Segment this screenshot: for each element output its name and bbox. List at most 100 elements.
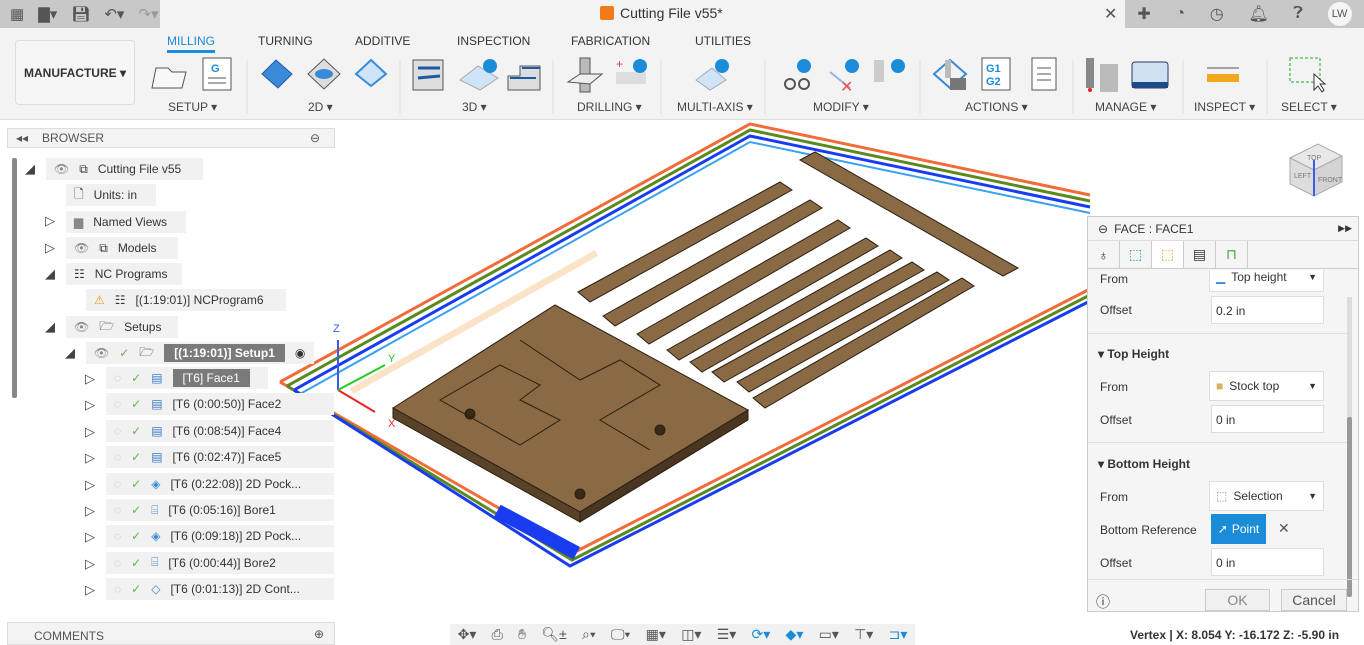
new-tab-icon[interactable]: ✚ <box>1137 4 1150 24</box>
hidden-eye-icon[interactable]: ◌ <box>114 529 121 543</box>
add-comment-icon[interactable]: ⊕ <box>314 627 324 641</box>
collapse-browser-icon[interactable]: ◂◂ <box>16 131 28 145</box>
operation-row[interactable]: ◌ ✓ ▤ [T6 (0:00:50)] Face2 <box>106 393 334 416</box>
hidden-eye-icon[interactable]: ◌ <box>114 397 121 411</box>
measure-icon[interactable] <box>1207 67 1239 82</box>
expand-triangle-icon[interactable]: ▷ <box>85 397 95 413</box>
expand-triangle-icon[interactable]: ▷ <box>85 503 95 519</box>
collapse-triangle-icon[interactable]: ◢ <box>65 345 75 361</box>
info-icon[interactable]: ⓘ <box>1096 592 1110 612</box>
view-cube-front[interactable]: FRONT <box>1318 177 1343 184</box>
toolpath-display-icon[interactable]: ⊐▾ <box>889 626 908 643</box>
view-cube-settings-icon[interactable]: ◫▾ <box>681 626 701 643</box>
inspect-group[interactable]: INSPECT ▾ <box>1194 100 1255 114</box>
expand-triangle-icon[interactable]: ▷ <box>85 556 95 572</box>
refresh-icon[interactable]: ⟳▾ <box>752 626 771 643</box>
bottom-reference-point-button[interactable]: ➚ Point <box>1211 514 1266 544</box>
expand-triangle-icon[interactable]: ▷ <box>45 240 55 256</box>
tree-models[interactable]: 👁︎ ⧉ Models <box>66 237 178 259</box>
2d-adaptive-icon[interactable] <box>261 59 293 89</box>
bottom-height-section[interactable]: ▾ Bottom Height <box>1098 457 1190 471</box>
select-group[interactable]: SELECT ▾ <box>1281 100 1337 114</box>
eye-icon[interactable]: 👁︎ <box>94 346 109 360</box>
operation-row[interactable]: ◌ ✓ ⌸ [T6 (0:05:16)] Bore1 <box>106 499 334 521</box>
help-icon[interactable]: ❓︎ <box>1293 5 1303 23</box>
eye-icon[interactable]: 👁︎ <box>74 241 89 255</box>
trim-toolpath-icon[interactable] <box>784 59 811 90</box>
collapse-triangle-icon[interactable]: ◢ <box>45 319 55 335</box>
simulate-icon[interactable] <box>932 58 968 90</box>
hole-recognition-icon[interactable]: + <box>616 57 647 84</box>
pan-hand-icon[interactable]: ✋︎ <box>518 626 526 643</box>
hidden-eye-icon[interactable]: ◌ <box>114 556 121 570</box>
tool-library-icon[interactable] <box>1086 58 1118 92</box>
top-height-offset-input[interactable]: 0 in <box>1211 405 1324 433</box>
tree-nc-programs[interactable]: ☷ NC Programs <box>66 263 182 285</box>
machine-library-icon[interactable] <box>1131 61 1169 89</box>
bottom-height-from-select[interactable]: ⬚ Selection ▼ <box>1209 481 1324 511</box>
file-menu-icon[interactable]: ▇▾ <box>38 5 57 23</box>
tab-passes-icon[interactable]: ▤ <box>1184 241 1216 268</box>
view-cube[interactable]: TOP LEFT FRONT <box>1288 143 1344 197</box>
tree-root[interactable]: 👁︎ ⧉ Cutting File v55 <box>46 158 203 180</box>
grid-icon[interactable]: ▦▾ <box>646 626 666 643</box>
post-process-icon[interactable]: G1G2 <box>981 57 1011 91</box>
dialog-minimize-icon[interactable]: ⊖ <box>1098 222 1108 236</box>
eye-icon[interactable]: 👁︎ <box>54 162 69 176</box>
operation-row[interactable]: ◌ ✓ ◇ [T6 (0:01:13)] 2D Cont... <box>106 578 334 601</box>
tree-setups[interactable]: 👁︎ 🗁︎ Setups <box>66 316 178 338</box>
expand-triangle-icon[interactable]: ▷ <box>85 424 95 440</box>
tree-setup[interactable]: 👁︎ ✓ 🗁︎ [(1:19:01)] Setup1 ◉ <box>86 342 314 364</box>
activate-radio-icon[interactable]: ◉ <box>295 346 305 360</box>
tab-tool-icon[interactable]: ♁ <box>1088 241 1120 268</box>
save-icon[interactable]: 💾︎ <box>71 5 90 23</box>
2d-group[interactable]: 2D ▾ <box>308 100 333 114</box>
expand-triangle-icon[interactable]: ▷ <box>85 371 95 387</box>
orbit-icon[interactable]: ✥▾ <box>458 626 477 643</box>
collapse-triangle-icon[interactable]: ◢ <box>25 161 35 177</box>
3d-adaptive-icon[interactable] <box>412 59 444 91</box>
operation-row[interactable]: ◌ ✓ ⌸ [T6 (0:00:44)] Bore2 <box>106 551 334 574</box>
collapse-triangle-icon[interactable]: ◢ <box>45 266 55 282</box>
delete-toolpath-icon[interactable]: ✕ <box>829 59 859 96</box>
dialog-scrollbar[interactable] <box>1347 297 1352 597</box>
redo-icon[interactable]: ↷▾ <box>138 5 158 23</box>
eye-icon[interactable]: 👁︎ <box>74 320 89 334</box>
expand-triangle-icon[interactable]: ▷ <box>45 213 55 229</box>
2d-contour-icon[interactable] <box>354 58 388 88</box>
actions-group[interactable]: ACTIONS ▾ <box>965 100 1028 114</box>
browser-scrollbar[interactable] <box>12 158 17 398</box>
clear-selection-icon[interactable]: ✕ <box>1278 520 1290 537</box>
hidden-eye-icon[interactable]: ◌ <box>114 503 121 517</box>
cancel-button[interactable]: Cancel <box>1281 589 1347 611</box>
drill-icon[interactable] <box>566 57 604 93</box>
move-toolpath-icon[interactable] <box>874 59 905 82</box>
hidden-eye-icon[interactable]: ◌ <box>114 371 121 385</box>
stock-display-icon[interactable]: ◆▾ <box>786 626 804 643</box>
select-window-icon[interactable] <box>1289 57 1327 93</box>
undo-icon[interactable]: ↶▾ <box>104 5 124 23</box>
manage-group[interactable]: MANAGE ▾ <box>1095 100 1156 114</box>
offset-input[interactable]: 0.2 in <box>1211 296 1324 324</box>
setup-sheet-icon[interactable] <box>1031 57 1057 91</box>
setup-group[interactable]: SETUP ▾ <box>168 100 217 114</box>
display-settings-icon[interactable]: 🖵▾ <box>611 626 630 643</box>
setup-icon[interactable] <box>151 67 187 89</box>
2d-pocket-icon[interactable] <box>307 58 341 90</box>
nc-program-icon[interactable]: G <box>202 57 232 91</box>
close-tab-icon[interactable]: ✕ <box>1104 4 1117 24</box>
tree-units[interactable]: 🗋︎ Units: in <box>66 184 156 206</box>
from-select[interactable]: ▁ Top height ▼ <box>1209 270 1324 292</box>
expand-triangle-icon[interactable]: ▷ <box>85 477 95 493</box>
layers-icon[interactable]: ☰▾ <box>717 626 737 643</box>
expand-triangle-icon[interactable]: ▷ <box>85 582 95 598</box>
bottom-height-offset-input[interactable]: 0 in <box>1211 548 1324 576</box>
3d-parallel-icon[interactable] <box>507 65 541 91</box>
modify-group[interactable]: MODIFY ▾ <box>813 100 869 114</box>
operation-row[interactable]: ◌ ✓ ▤ [T6 (0:02:47)] Face5 <box>106 446 334 469</box>
hidden-eye-icon[interactable]: ◌ <box>114 582 121 596</box>
3d-pocket-icon[interactable] <box>459 59 499 91</box>
ok-button[interactable]: OK <box>1205 589 1270 611</box>
minimize-browser-icon[interactable]: ⊖ <box>310 131 320 145</box>
hidden-eye-icon[interactable]: ◌ <box>114 450 121 464</box>
